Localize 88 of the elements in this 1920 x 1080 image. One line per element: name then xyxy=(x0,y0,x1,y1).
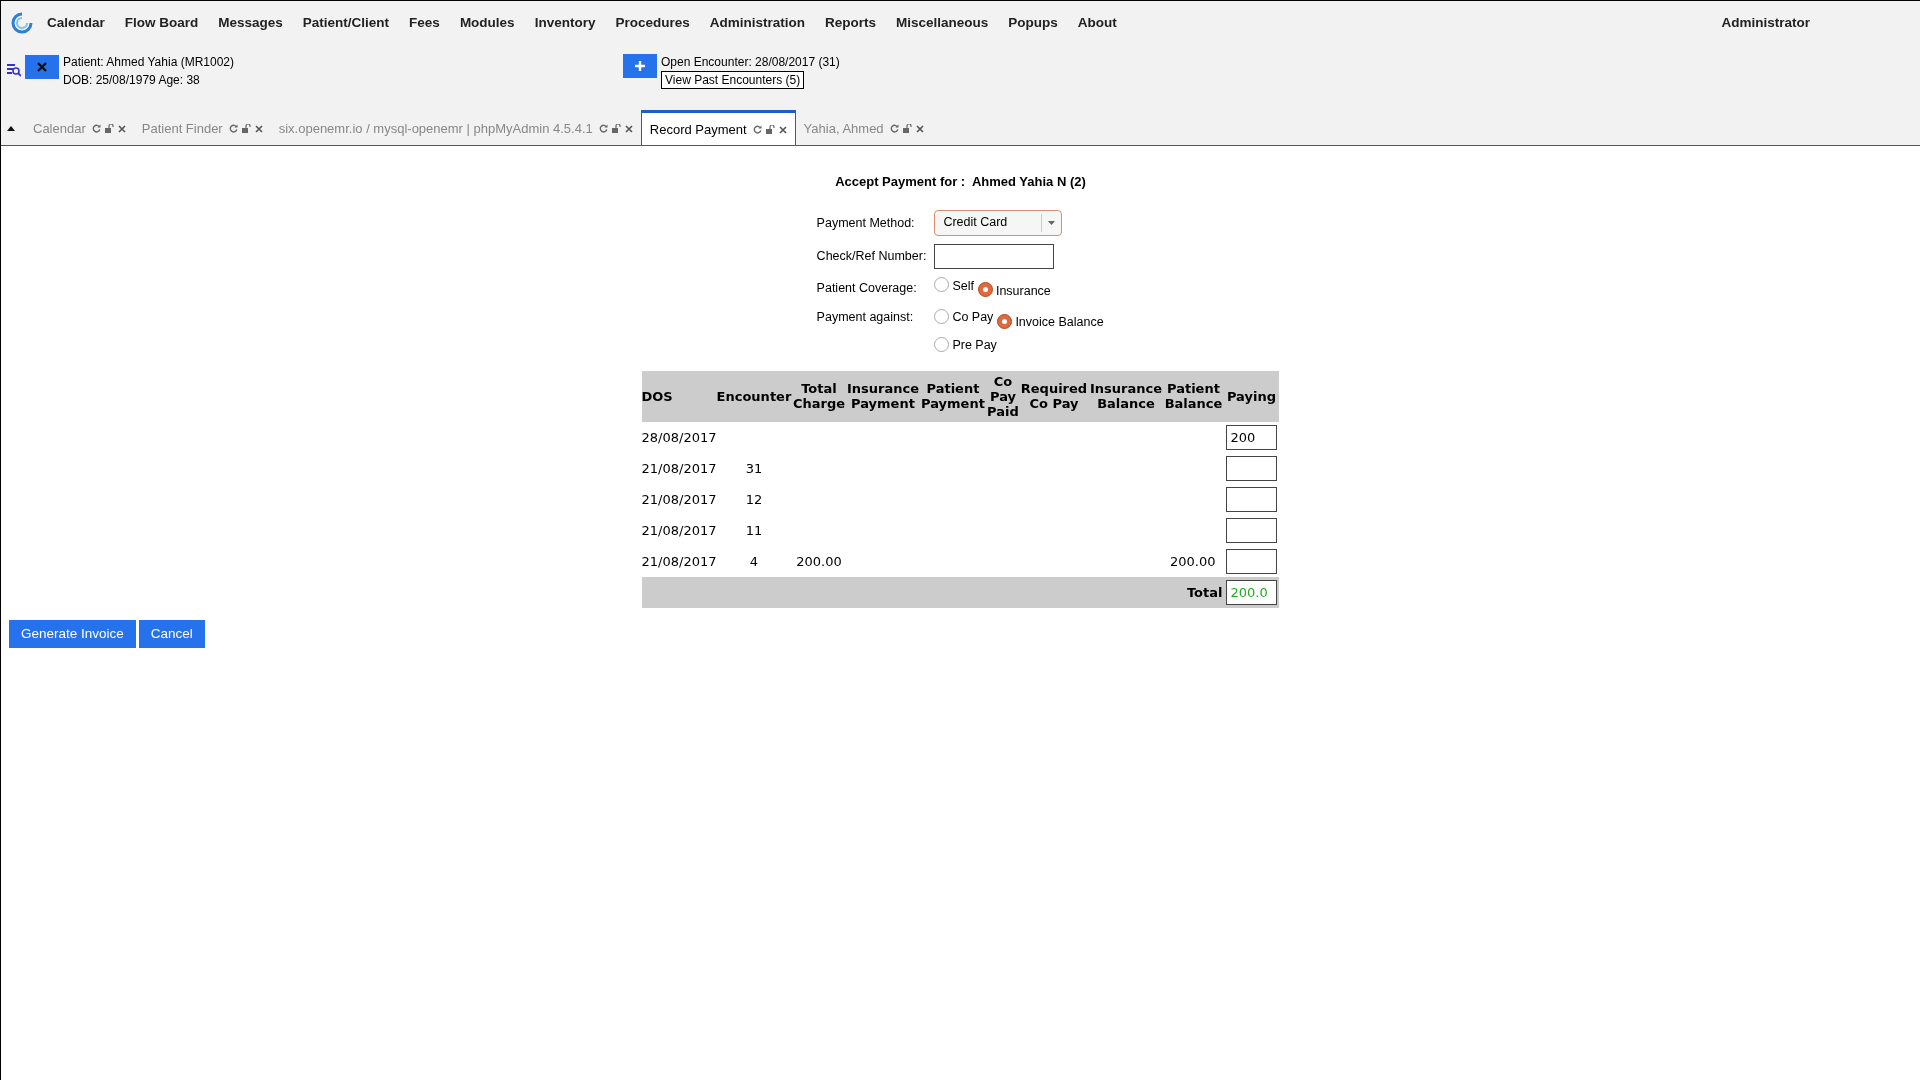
refresh-icon[interactable] xyxy=(889,124,899,133)
column-header: Encounter xyxy=(716,370,792,422)
close-icon[interactable] xyxy=(624,124,633,133)
tab[interactable]: Record Payment xyxy=(640,110,796,146)
payment-method-dropdown[interactable]: Credit Card xyxy=(934,209,1063,236)
table-cell: 200.00 xyxy=(1169,553,1216,569)
menu-item[interactable]: Fees xyxy=(409,12,440,34)
radio-label: Co Pay xyxy=(952,309,994,327)
radio-label: Pre Pay xyxy=(952,337,997,354)
radio-button[interactable] xyxy=(997,314,1013,329)
paying-field[interactable] xyxy=(1226,486,1278,512)
patient-name: Patient: Ahmed Yahia (MR1002) xyxy=(63,54,234,71)
table-cell: 200.00 xyxy=(796,553,842,569)
menu-item[interactable]: Popups xyxy=(1008,12,1058,34)
form-title: Accept Payment for : Ahmed Yahia N (2) xyxy=(835,173,1086,191)
field-label: Payment Method: xyxy=(816,214,916,232)
field-label: Payment against: xyxy=(816,309,915,327)
field-label: Patient Coverage: xyxy=(816,279,918,297)
column-header: DOS xyxy=(641,370,717,422)
table-cell: 21/08/2017 xyxy=(641,460,717,476)
table-cell: 21/08/2017 xyxy=(641,522,717,538)
field-label: Check/Ref Number: xyxy=(816,247,927,265)
table-cell: 21/08/2017 xyxy=(641,553,717,569)
caret-icon xyxy=(1048,220,1056,225)
column-header: Patient Payment xyxy=(919,370,987,422)
table-cell: 28/08/2017 xyxy=(641,429,717,445)
refresh-icon[interactable] xyxy=(752,125,762,134)
collapse-icon[interactable] xyxy=(7,126,15,131)
column-header: Required Co Pay xyxy=(1019,370,1089,422)
menu-item[interactable]: Messages xyxy=(218,12,283,34)
cancel-button[interactable]: Cancel xyxy=(138,619,205,648)
close-icon[interactable] xyxy=(915,124,924,133)
paying-field[interactable] xyxy=(1226,455,1278,481)
past-encounters-button[interactable]: View Past Encounters (5) xyxy=(661,71,805,89)
column-header: Total Charge xyxy=(791,370,847,422)
radio-label: Insurance xyxy=(995,282,1051,300)
patient-dob: DOB: 25/08/1979 Age: 38 xyxy=(63,72,201,89)
menu-item[interactable]: Reports xyxy=(824,12,876,34)
close-icon[interactable] xyxy=(778,125,787,134)
table-cell: 11 xyxy=(745,522,763,538)
refresh-icon[interactable] xyxy=(598,124,608,133)
unlock-icon[interactable] xyxy=(902,124,912,133)
table-cell: 4 xyxy=(749,553,759,569)
table-cell: 12 xyxy=(745,491,763,507)
patient-search-icon[interactable] xyxy=(7,63,21,77)
table-cell: 31 xyxy=(745,460,763,476)
column-header: Insurance Balance xyxy=(1088,370,1164,422)
paying-field[interactable] xyxy=(1226,517,1278,543)
radio-button[interactable] xyxy=(934,277,950,293)
menu-item[interactable]: Calendar xyxy=(47,12,105,34)
close-icon[interactable] xyxy=(117,124,126,133)
menu-item[interactable]: Flow Board xyxy=(124,12,199,34)
radio-button[interactable] xyxy=(934,309,950,324)
column-header: Paying xyxy=(1223,370,1280,422)
paying-field[interactable] xyxy=(1226,548,1278,574)
refresh-icon[interactable] xyxy=(91,124,101,133)
menu-item[interactable]: Administration xyxy=(709,12,805,34)
user-menu[interactable]: Administrator xyxy=(1721,12,1810,34)
unlock-icon[interactable] xyxy=(104,124,114,133)
refresh-icon[interactable] xyxy=(228,124,238,133)
close-patient-button[interactable] xyxy=(25,55,59,79)
menu-item[interactable]: About xyxy=(1077,12,1117,34)
table-cell: 21/08/2017 xyxy=(641,491,717,507)
menu-item[interactable]: Procedures xyxy=(615,12,690,34)
radio-button[interactable] xyxy=(977,282,993,298)
radio-label: Self xyxy=(952,277,974,295)
menu-item[interactable]: Modules xyxy=(459,12,515,34)
generate-invoice-button[interactable]: Generate Invoice xyxy=(9,619,136,648)
column-header: Co Pay Paid xyxy=(986,370,1020,422)
total-label: Total xyxy=(1186,583,1223,602)
menu-item[interactable]: Patient/Client xyxy=(302,12,390,34)
unlock-icon[interactable] xyxy=(611,124,621,133)
logo-icon xyxy=(11,12,33,34)
menu-item[interactable]: Miscellaneous xyxy=(896,12,989,34)
paying-field[interactable]: 200 xyxy=(1226,424,1278,450)
close-icon[interactable] xyxy=(254,124,263,133)
close-icon xyxy=(37,62,47,72)
radio-button[interactable] xyxy=(934,336,950,352)
plus-icon xyxy=(634,60,646,72)
unlock-icon[interactable] xyxy=(765,125,775,134)
column-header: Insurance Payment xyxy=(846,370,920,422)
open-encounter-text: Open Encounter: 28/08/2017 (31) xyxy=(661,54,840,71)
menu-item[interactable]: Inventory xyxy=(534,12,596,34)
column-header: Patient Balance xyxy=(1163,370,1224,422)
ref-number-field[interactable] xyxy=(934,243,1055,269)
new-encounter-button[interactable] xyxy=(623,54,657,78)
unlock-icon[interactable] xyxy=(241,124,251,133)
radio-label: Invoice Balance xyxy=(1015,314,1104,332)
